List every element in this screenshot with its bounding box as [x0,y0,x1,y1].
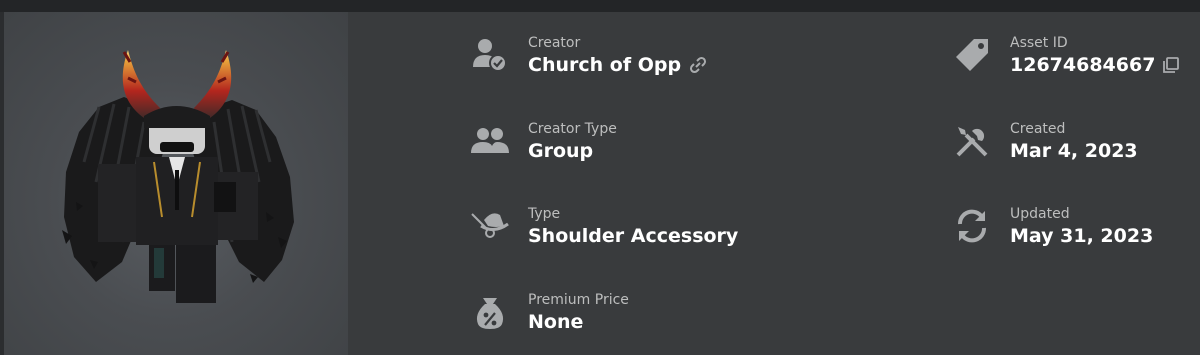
accessory-type-icon [471,213,509,238]
copy-icon[interactable] [1161,55,1181,75]
premium-price-value: None [528,311,584,333]
creator-label: Creator [528,35,581,51]
asset-id-label: Asset ID [1010,35,1068,51]
premium-price-icon [476,298,504,329]
premium-price-label: Premium Price [528,292,629,308]
type-value: Shoulder Accessory [528,225,739,247]
updated-value: May 31, 2023 [1010,225,1154,247]
created-label: Created [1010,121,1066,137]
item-thumbnail [4,12,348,355]
updated-label: Updated [1010,206,1070,222]
refresh-icon [957,209,987,243]
asset-id-number: 12674684667 [1010,54,1156,76]
asset-id-value: 12674684667 [1010,54,1181,76]
avatar-accessory-render [62,50,294,303]
created-value: Mar 4, 2023 [1010,140,1138,162]
link-icon[interactable] [687,54,709,76]
creator-type-label: Creator Type [528,121,617,137]
tools-icon [956,127,988,157]
creator-type-value: Group [528,140,594,162]
creator-value: Church of Opp [528,54,709,76]
creator-badge-icon [473,39,507,72]
tag-icon [956,39,988,71]
creator-name-link[interactable]: Church of Opp [528,54,681,76]
group-icon [471,128,509,153]
type-label: Type [528,206,561,222]
